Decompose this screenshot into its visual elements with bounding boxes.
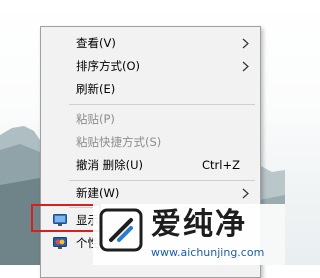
menu-separator bbox=[69, 180, 255, 181]
menu-item-label: 新建(W) bbox=[76, 186, 120, 200]
chevron-right-icon bbox=[242, 188, 249, 199]
chevron-right-icon bbox=[242, 38, 249, 49]
menu-item-undo-delete[interactable]: 撤消 删除(U) Ctrl+Z bbox=[41, 154, 260, 177]
menu-item-label: 排序方式(O) bbox=[76, 59, 141, 73]
menu-item-view[interactable]: 查看(V) bbox=[41, 32, 260, 55]
menu-item-label: 粘贴快捷方式(S) bbox=[76, 135, 162, 149]
menu-item-refresh[interactable]: 刷新(E) bbox=[41, 78, 260, 101]
menu-item-label: 查看(V) bbox=[76, 36, 116, 50]
menu-item-paste: 粘贴(P) bbox=[41, 108, 260, 131]
personalize-icon bbox=[53, 237, 67, 249]
menu-separator bbox=[69, 104, 255, 105]
watermark-title: 爱纯净 bbox=[151, 207, 247, 242]
menu-item-label: 刷新(E) bbox=[76, 82, 116, 96]
watermark-url: www.aichunjing.com bbox=[151, 246, 265, 259]
highlight-annotation-box bbox=[31, 204, 101, 232]
chevron-right-icon bbox=[242, 61, 249, 72]
menu-item-sort-by[interactable]: 排序方式(O) bbox=[41, 55, 260, 78]
menu-item-shortcut: Ctrl+Z bbox=[202, 158, 240, 172]
menu-item-label: 撤消 删除(U) bbox=[76, 158, 144, 172]
menu-item-new[interactable]: 新建(W) bbox=[41, 182, 260, 205]
menu-item-label: 粘贴(P) bbox=[76, 112, 115, 126]
aichunjing-logo-icon bbox=[99, 208, 143, 252]
menu-item-paste-shortcut: 粘贴快捷方式(S) bbox=[41, 131, 260, 154]
site-watermark: 爱纯净 www.aichunjing.com bbox=[93, 204, 285, 265]
